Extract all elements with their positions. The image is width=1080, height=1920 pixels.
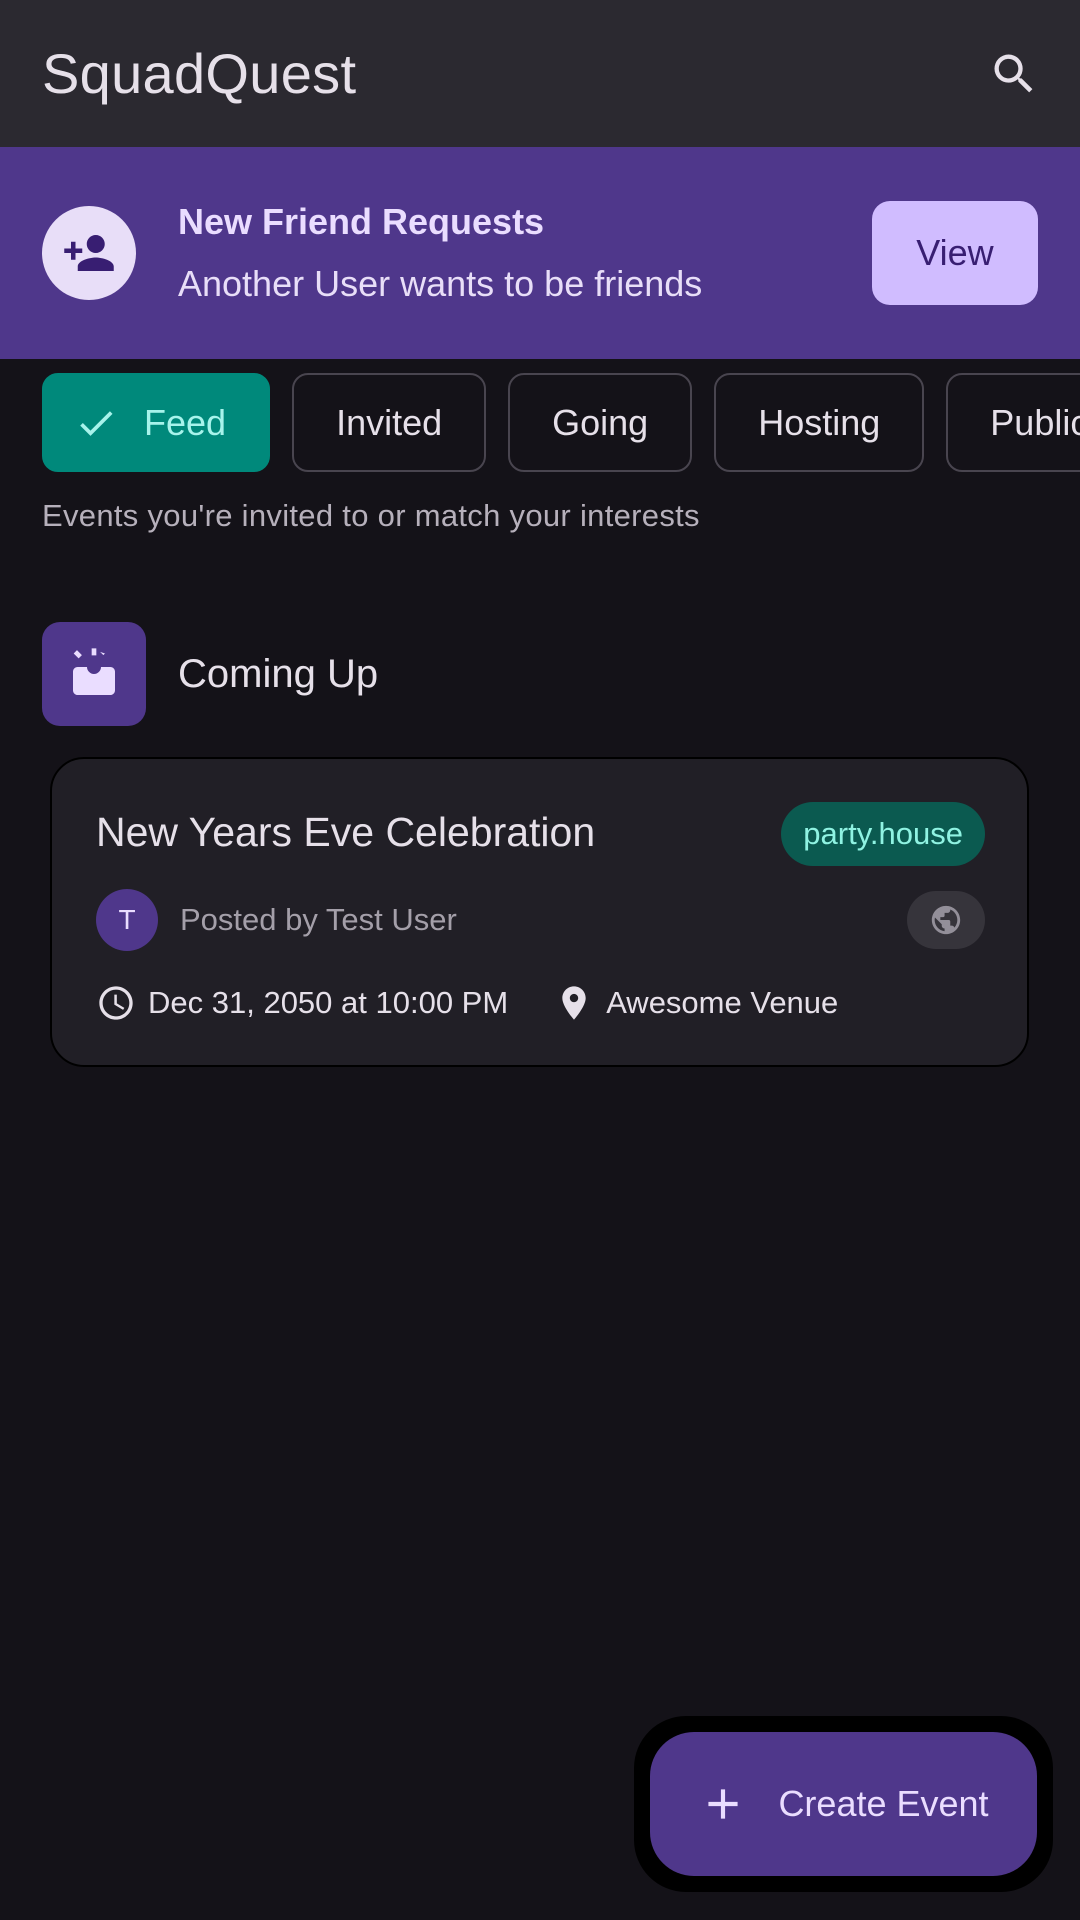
banner-text: New Friend Requests Another User wants t… bbox=[178, 201, 872, 305]
banner-subtitle: Another User wants to be friends bbox=[178, 263, 703, 304]
avatar: T bbox=[96, 889, 158, 951]
chip-label: Hosting bbox=[758, 401, 881, 443]
section-header: Coming Up bbox=[42, 622, 378, 726]
create-event-label: Create Event bbox=[778, 1783, 989, 1824]
filter-hint: Events you're invited to or match your i… bbox=[42, 498, 700, 533]
chip-going[interactable]: Going bbox=[508, 373, 693, 472]
upcoming-icon bbox=[73, 648, 115, 695]
create-event-button[interactable]: Create Event bbox=[650, 1732, 1037, 1876]
top-app-bar: SquadQuest bbox=[0, 0, 1080, 147]
chip-public[interactable]: Public bbox=[946, 373, 1080, 472]
view-requests-button[interactable]: View bbox=[872, 201, 1038, 305]
event-tag[interactable]: party.house bbox=[781, 802, 985, 866]
event-datetime-text: Dec 31, 2050 at 10:00 PM bbox=[148, 985, 509, 1020]
event-venue: Awesome Venue bbox=[554, 983, 838, 1023]
event-card[interactable]: New Years Eve Celebration party.house T … bbox=[50, 757, 1029, 1067]
chip-hosting[interactable]: Hosting bbox=[714, 373, 925, 472]
fab-container: Create Event bbox=[634, 1716, 1053, 1892]
posted-by-text: Posted by Test User bbox=[180, 902, 457, 937]
search-button[interactable] bbox=[978, 38, 1050, 110]
banner-avatar bbox=[42, 206, 136, 300]
clock-icon bbox=[99, 986, 133, 1020]
friend-request-banner: New Friend Requests Another User wants t… bbox=[0, 147, 1080, 359]
event-datetime: Dec 31, 2050 at 10:00 PM bbox=[96, 983, 508, 1023]
search-icon bbox=[994, 54, 1033, 92]
check-icon bbox=[74, 401, 118, 445]
event-meta: Dec 31, 2050 at 10:00 PM Awesome Venue bbox=[96, 983, 838, 1023]
plus-icon bbox=[698, 1779, 748, 1829]
event-poster: T Posted by Test User bbox=[96, 889, 457, 951]
event-title: New Years Eve Celebration bbox=[96, 809, 596, 855]
chip-label: Invited bbox=[336, 401, 443, 443]
chip-label: Going bbox=[552, 401, 649, 443]
section-icon-tile bbox=[42, 622, 146, 726]
event-venue-text: Awesome Venue bbox=[606, 985, 839, 1020]
section-title: Coming Up bbox=[178, 651, 379, 696]
app-root: SquadQuest New Friend Requests Another U… bbox=[0, 0, 1080, 1920]
visibility-badge bbox=[907, 891, 985, 949]
chip-label: Public bbox=[990, 401, 1080, 443]
public-globe-icon bbox=[931, 905, 961, 935]
chip-feed[interactable]: Feed bbox=[42, 373, 271, 472]
chip-label: Feed bbox=[144, 401, 227, 443]
app-title: SquadQuest bbox=[42, 42, 357, 105]
filter-chips: Feed Invited Going Hosting Public bbox=[42, 373, 1080, 472]
banner-title: New Friend Requests bbox=[178, 201, 545, 242]
location-pin-icon bbox=[562, 986, 586, 1020]
chip-invited[interactable]: Invited bbox=[292, 373, 487, 472]
person-add-icon bbox=[64, 235, 114, 271]
